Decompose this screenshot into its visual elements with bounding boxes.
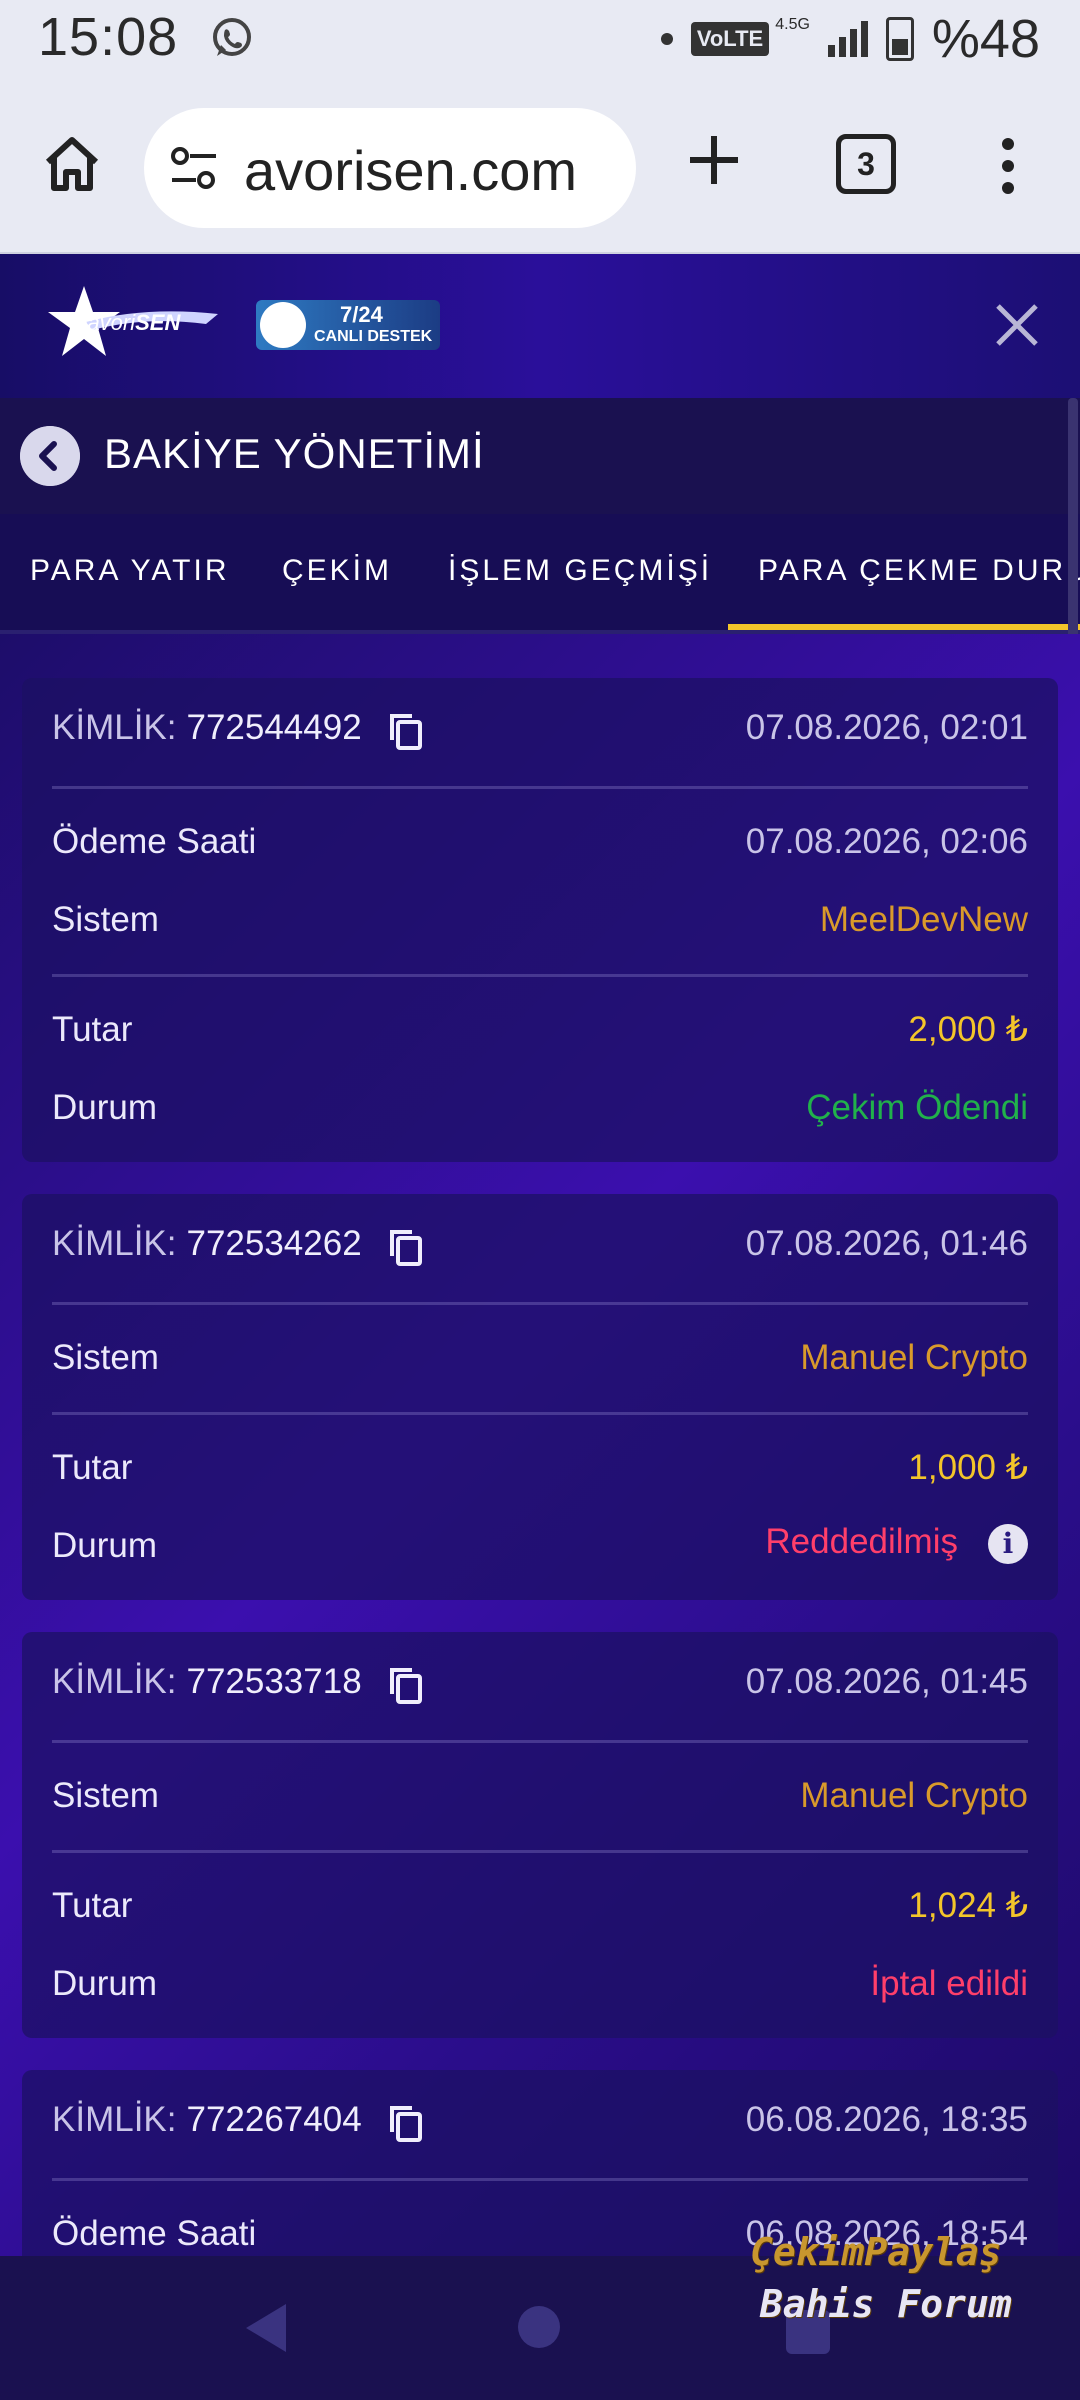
system-value: Manuel Crypto — [800, 1776, 1028, 1815]
copy-icon[interactable] — [388, 1666, 424, 1706]
system-label: Sistem — [52, 1338, 159, 1377]
status-value: Çekim Ödendi — [806, 1088, 1028, 1127]
withdrawal-id: KİMLİK: 772534262 — [52, 1224, 362, 1263]
withdrawal-card: KİMLİK: 772533718 07.08.2026, 01:45 Siste… — [22, 1632, 1058, 2038]
system-value: Manuel Crypto — [800, 1338, 1028, 1377]
active-tab-indicator — [728, 624, 1080, 630]
withdrawal-card: KİMLİK: 772534262 07.08.2026, 01:46 Siste… — [22, 1194, 1058, 1600]
battery-icon — [885, 17, 914, 61]
divider — [52, 974, 1028, 977]
support-icon — [260, 302, 306, 348]
system-value: MeelDevNew — [819, 900, 1028, 939]
tab-deposit[interactable]: PARA YATIR — [30, 554, 230, 588]
status-label: Durum — [52, 1526, 158, 1565]
close-icon[interactable] — [992, 300, 1042, 350]
browser-toolbar: avorisen.com 3 — [0, 80, 1080, 254]
page-title: BAKİYE YÖNETİMİ — [104, 430, 485, 477]
amount-value: 1,000 ₺ — [908, 1448, 1028, 1487]
payment-time-value: 07.08.2026, 02:06 — [745, 822, 1028, 861]
tab-withdraw[interactable]: ÇEKİM — [282, 554, 392, 588]
system-label: Sistem — [52, 1776, 159, 1815]
signal-icon — [827, 21, 868, 57]
payment-time-label: Ödeme Saati — [52, 822, 257, 861]
notification-dot — [660, 33, 673, 45]
whatsapp-icon — [213, 18, 251, 56]
amount-value: 2,000 ₺ — [908, 1010, 1028, 1049]
address-bar[interactable]: avorisen.com — [144, 108, 636, 228]
payment-time-label: Ödeme Saati — [52, 2214, 257, 2253]
nav-back-icon[interactable] — [242, 2300, 290, 2356]
withdrawal-id: KİMLİK: 772544492 — [52, 708, 362, 747]
amount-label: Tutar — [52, 1448, 133, 1487]
forum-watermark: ÇekimPaylaş Bahis Forum — [750, 2230, 1012, 2326]
tab-withdrawal-status[interactable]: PARA ÇEKME DURUMU — [758, 554, 1080, 588]
status-indicators: VoLTE 4.5G %48 — [660, 8, 1040, 70]
site-settings-icon[interactable] — [168, 144, 220, 192]
withdrawal-date: 06.08.2026, 18:35 — [745, 2100, 1028, 2139]
live-support-badge[interactable]: 7/24 CANLI DESTEK — [256, 300, 440, 350]
more-menu-icon[interactable] — [1000, 138, 1016, 194]
site-header: FavoriSEN 7/24 CANLI DESTEK — [0, 254, 1080, 398]
divider — [52, 2178, 1028, 2181]
page-title-bar: BAKİYE YÖNETİMİ — [0, 398, 1080, 514]
support-hours: 7/24 — [340, 302, 383, 327]
balance-tabs: PARA YATIR ÇEKİM İŞLEM GEÇMİŞİ PARA ÇEKM… — [0, 514, 1080, 634]
withdrawal-date: 07.08.2026, 01:46 — [745, 1224, 1028, 1263]
status-value: İptal edildi — [870, 1964, 1028, 2003]
status-bar: 15:08 VoLTE 4.5G %48 — [0, 0, 1080, 80]
logo-text: FavoriSEN — [74, 310, 181, 335]
divider — [52, 1740, 1028, 1743]
volte-badge: VoLTE — [690, 22, 770, 56]
system-label: Sistem — [52, 900, 159, 939]
back-arrow-icon[interactable] — [20, 426, 80, 486]
amount-label: Tutar — [52, 1886, 133, 1925]
home-icon[interactable] — [40, 132, 104, 196]
nav-home-icon[interactable] — [518, 2306, 560, 2348]
divider — [52, 1302, 1028, 1305]
withdrawal-list: KİMLİK: 772544492 07.08.2026, 02:01 Ödeme… — [0, 634, 1080, 2256]
divider — [52, 786, 1028, 789]
withdrawal-date: 07.08.2026, 01:45 — [745, 1662, 1028, 1701]
tab-transaction-history[interactable]: İŞLEM GEÇMİŞİ — [448, 554, 712, 588]
amount-label: Tutar — [52, 1010, 133, 1049]
network-gen: 4.5G — [775, 16, 810, 33]
withdrawal-id: KİMLİK: 772267404 — [52, 2100, 362, 2139]
divider — [52, 1412, 1028, 1415]
amount-value: 1,024 ₺ — [908, 1886, 1028, 1925]
new-tab-icon[interactable] — [686, 132, 742, 188]
status-label: Durum — [52, 1088, 158, 1127]
withdrawal-date: 07.08.2026, 02:01 — [745, 708, 1028, 747]
status-time: 15:08 — [38, 7, 179, 67]
battery-level: %48 — [931, 9, 1040, 69]
support-label: CANLI DESTEK — [314, 328, 433, 345]
status-value: Reddedilmiş i — [765, 1522, 1028, 1564]
divider — [52, 1850, 1028, 1853]
withdrawal-id: KİMLİK: 772533718 — [52, 1662, 362, 1701]
copy-icon[interactable] — [388, 712, 424, 752]
copy-icon[interactable] — [388, 1228, 424, 1268]
status-label: Durum — [52, 1964, 158, 2003]
tab-switcher-button[interactable]: 3 — [836, 134, 896, 194]
copy-icon[interactable] — [388, 2104, 424, 2144]
info-icon[interactable]: i — [988, 1523, 1028, 1564]
withdrawal-card: KİMLİK: 772544492 07.08.2026, 02:01 Ödeme… — [22, 678, 1058, 1162]
url-text: avorisen.com — [244, 139, 578, 202]
